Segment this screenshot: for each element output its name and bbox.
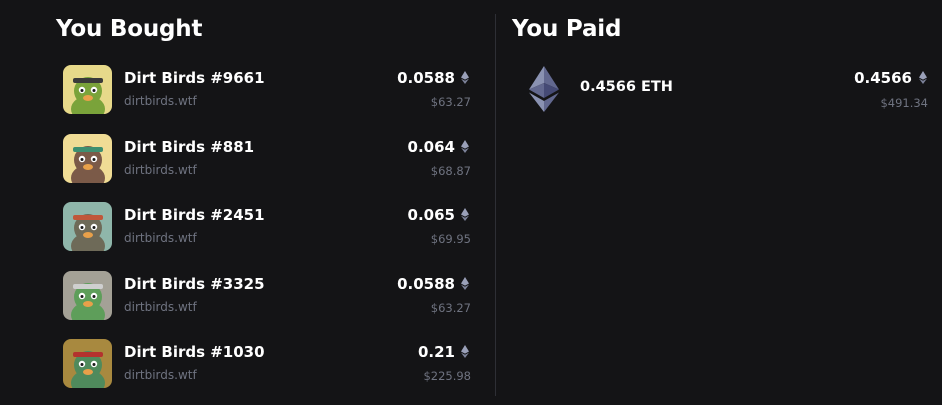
paid-amount-label: 0.4566 ETH <box>580 79 673 95</box>
item-name: Dirt Birds #9661 <box>124 69 265 87</box>
nft-thumbnail <box>63 270 112 320</box>
bought-item[interactable]: Dirt Birds #2451 dirtbirds.wtf 0.065 $69… <box>63 202 473 271</box>
eth-small-icon <box>919 71 927 84</box>
item-name: Dirt Birds #881 <box>124 137 255 156</box>
item-source: dirtbirds.wtf <box>124 368 197 382</box>
item-name: Dirt Birds #2451 <box>124 206 265 224</box>
paid-row: 0.4566 ETH 0.4566 $491.34 <box>528 66 930 114</box>
bought-items-list: Dirt Birds #9661 dirtbirds.wtf 0.0588 $6… <box>63 65 473 405</box>
item-price: 0.0588 <box>397 69 455 87</box>
item-usd-value: $68.87 <box>430 163 471 178</box>
you-bought-heading: You Bought <box>56 16 203 42</box>
item-price: 0.21 <box>417 343 455 361</box>
item-usd-value: $63.27 <box>430 300 471 315</box>
item-name: Dirt Birds #1030 <box>124 343 265 361</box>
eth-small-icon <box>461 208 469 221</box>
nft-thumbnail <box>63 339 112 388</box>
bought-item[interactable]: Dirt Birds #3325 dirtbirds.wtf 0.0588 $6… <box>63 270 473 340</box>
bought-item[interactable]: Dirt Birds #1030 dirtbirds.wtf 0.21 $225… <box>63 339 473 405</box>
item-source: dirtbirds.wtf <box>124 94 197 108</box>
item-usd-value: $69.95 <box>430 232 471 246</box>
paid-usd-value: $491.34 <box>880 96 928 110</box>
item-source: dirtbirds.wtf <box>124 299 197 314</box>
item-source: dirtbirds.wtf <box>124 162 197 177</box>
item-usd-value: $63.27 <box>430 95 471 109</box>
bought-item[interactable]: Dirt Birds #881 dirtbirds.wtf 0.064 $68.… <box>63 133 473 203</box>
purchase-summary: You Bought You Paid Dirt Birds #9661 dir… <box>0 0 942 405</box>
nft-thumbnail <box>63 133 112 183</box>
eth-small-icon <box>461 139 469 153</box>
bought-item[interactable]: Dirt Birds #9661 dirtbirds.wtf 0.0588 $6… <box>63 65 473 134</box>
item-price: 0.065 <box>407 206 455 224</box>
you-paid-heading: You Paid <box>512 16 622 42</box>
paid-price: 0.4566 <box>854 69 912 87</box>
item-price: 0.064 <box>407 137 455 156</box>
item-name: Dirt Birds #3325 <box>124 274 265 293</box>
ethereum-icon <box>529 66 559 112</box>
eth-small-icon <box>461 276 469 290</box>
nft-thumbnail <box>63 202 112 251</box>
eth-small-icon <box>461 71 469 84</box>
nft-thumbnail <box>63 65 112 114</box>
eth-small-icon <box>461 345 469 358</box>
item-source: dirtbirds.wtf <box>124 231 197 245</box>
item-price: 0.0588 <box>397 274 455 293</box>
column-divider <box>495 14 496 396</box>
item-usd-value: $225.98 <box>423 369 471 383</box>
